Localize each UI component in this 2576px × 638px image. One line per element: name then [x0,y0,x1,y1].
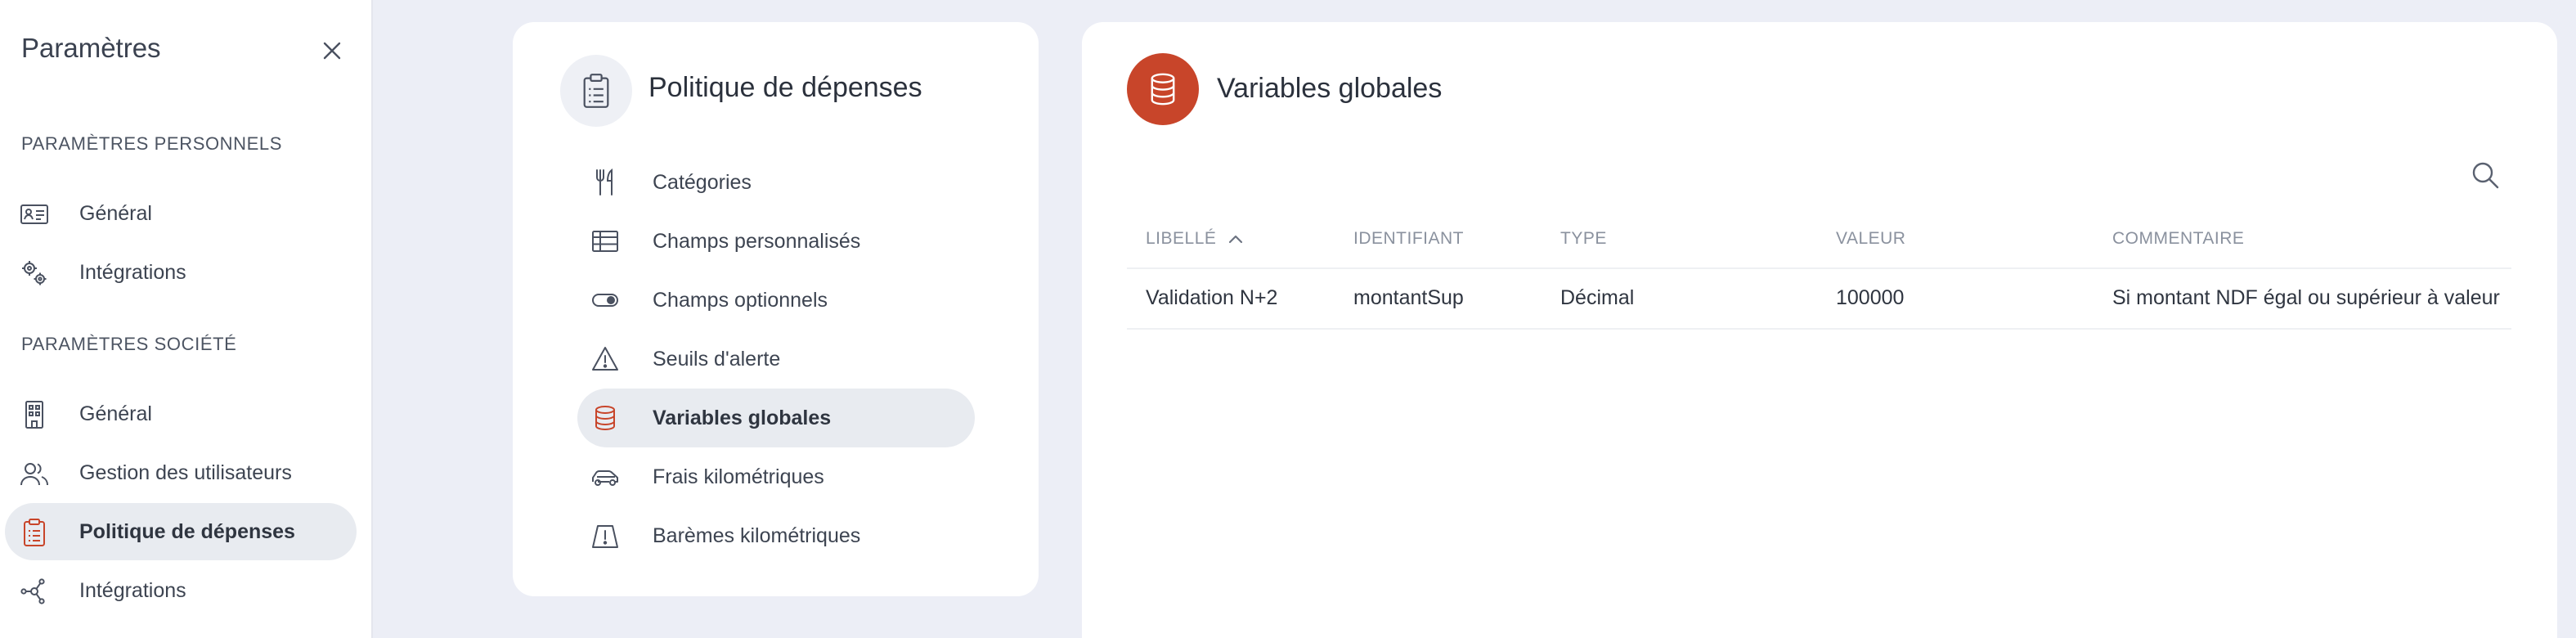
sidebar-item-label: Intégrations [79,260,186,284]
menu-item-label: Variables globales [653,407,832,429]
sidebar-item-company-general[interactable]: Général [5,385,357,443]
global-variables-panel: Variables globales LIBELLÉ IDENTIFIANT T… [1082,22,2557,638]
sidebar-item-label: Général [79,201,152,225]
menu-item-custom-fields[interactable]: Champs personnalisés [577,212,975,271]
settings-sidebar: Paramètres PARAMÈTRES PERSONNELS Général… [0,0,373,638]
personal-settings-heading: PARAMÈTRES PERSONNELS [21,133,283,154]
menu-item-mileage-scales[interactable]: Barèmes kilométriques [577,506,975,565]
menu-item-mileage-expenses[interactable]: Frais kilométriques [577,447,975,506]
clipboard-icon [20,518,49,547]
cell-value: 100000 [1836,286,1905,309]
column-header-identifier[interactable]: IDENTIFIANT [1353,229,1464,249]
cell-type: Décimal [1560,286,1635,309]
sidebar-item-label: Gestion des utilisateurs [79,461,292,484]
table-icon [590,227,620,256]
cell-identifier: montantSup [1353,286,1464,309]
column-header-text: LIBELLÉ [1146,229,1217,248]
menu-item-global-variables[interactable]: Variables globales [577,389,975,447]
menu-item-label: Seuils d'alerte [653,348,781,371]
menu-item-label: Champs optionnels [653,289,828,312]
cell-label: Validation N+2 [1146,286,1278,309]
gears-icon [20,258,49,288]
cutlery-icon [590,168,620,197]
menu-item-label: Catégories [653,171,752,194]
users-icon [20,459,49,488]
header-divider [1127,267,2511,269]
sidebar-item-label: Politique de dépenses [79,519,295,543]
page-title: Variables globales [1217,73,1443,104]
column-header-comment[interactable]: COMMENTAIRE [2112,229,2244,249]
toggle-icon [590,285,620,315]
sidebar-item-expense-policy[interactable]: Politique de dépenses [5,503,357,560]
menu-item-optional-fields[interactable]: Champs optionnels [577,271,975,330]
car-icon [590,462,620,492]
network-icon [20,577,49,606]
database-icon [590,403,620,433]
sidebar-item-personal-general[interactable]: Général [5,185,357,242]
menu-item-label: Barèmes kilométriques [653,524,861,547]
menu-item-label: Champs personnalisés [653,230,861,253]
sidebar-item-company-integrations[interactable]: Intégrations [5,562,357,619]
menu-item-label: Frais kilométriques [653,465,824,488]
database-icon [1127,53,1199,125]
sidebar-item-user-management[interactable]: Gestion des utilisateurs [5,444,357,501]
menu-title: Politique de dépenses [648,72,922,103]
road-warning-icon [590,521,620,550]
row-divider [1127,328,2511,330]
menu-item-categories[interactable]: Catégories [577,153,975,212]
search-icon[interactable] [2470,160,2501,191]
sort-ascending-icon [1227,233,1244,245]
column-header-label[interactable]: LIBELLÉ [1146,229,1244,249]
clipboard-icon [560,55,632,127]
sidebar-title: Paramètres [21,33,161,63]
cell-comment: Si montant NDF égal ou supérieur à valeu… [2112,286,2500,309]
close-icon[interactable] [317,36,347,65]
building-icon [20,400,49,429]
column-header-type[interactable]: TYPE [1560,229,1607,249]
expense-policy-menu: Politique de dépenses Catégories Champs … [513,22,1039,596]
sidebar-item-personal-integrations[interactable]: Intégrations [5,244,357,301]
company-settings-heading: PARAMÈTRES SOCIÉTÉ [21,334,237,354]
warning-icon [590,344,620,374]
menu-item-alert-thresholds[interactable]: Seuils d'alerte [577,330,975,389]
id-card-icon [20,200,49,229]
sidebar-item-label: Général [79,402,152,425]
column-header-value[interactable]: VALEUR [1836,229,1905,249]
sidebar-item-label: Intégrations [79,578,186,602]
